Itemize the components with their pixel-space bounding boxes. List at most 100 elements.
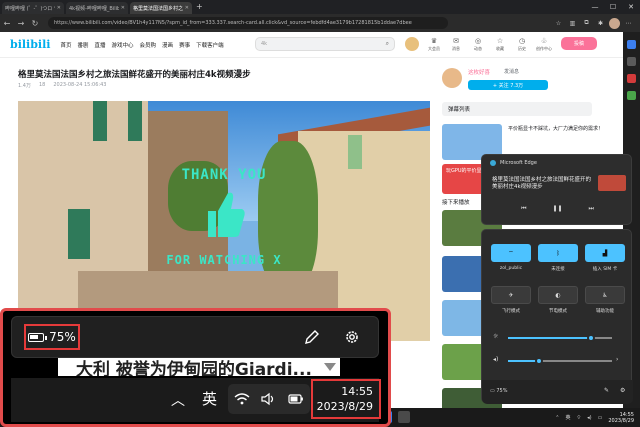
taskbar-clock[interactable]: 14:55 2023/8/29 (608, 412, 634, 424)
upload-button[interactable]: 投稿 (561, 37, 597, 50)
nav-link[interactable]: 直播 (95, 41, 106, 49)
video-shutter (93, 101, 107, 141)
chevron-up-icon[interactable]: ︿ (171, 390, 185, 410)
wifi-icon: ⌔ (508, 250, 514, 257)
edge-sidebar-icon[interactable] (627, 57, 636, 66)
settings-icon[interactable] (343, 328, 361, 346)
favorites-star-icon[interactable]: ☆ (553, 18, 564, 29)
address-bar: ← → ↻ https://www.bilibili.com/video/BV1… (0, 14, 640, 32)
clock-highlight[interactable]: 14:55 2023/8/29 (311, 379, 381, 419)
settings-icon[interactable]: ⚙ (620, 387, 625, 394)
profile-avatar[interactable] (609, 17, 620, 29)
header-history[interactable]: ◷ 历史 (514, 36, 530, 52)
previous-icon[interactable]: ⏮ (521, 205, 526, 213)
minimize-icon[interactable]: — (586, 0, 604, 14)
airplane-icon: ✈ (508, 291, 514, 299)
tile-label: zol_public (499, 266, 523, 271)
taskbar-app-icon[interactable] (398, 411, 410, 423)
header-icon-label: 创作中心 (536, 46, 552, 51)
uploader-name[interactable]: 这枚好喜 (468, 68, 490, 76)
refresh-icon[interactable]: ↻ (28, 16, 42, 30)
browser-tab-active[interactable]: 格里莫法国法国乡村之旅法国鲜花盛开的美丽村庄4k视频漫步✕ (130, 2, 192, 14)
close-icon[interactable]: ✕ (185, 5, 189, 11)
quick-settings-footer: ▭ 75% ✎ ⚙ (482, 380, 633, 404)
ime-indicator[interactable]: 英 (202, 388, 217, 409)
tile-label: 插入 SIM 卡 (592, 267, 618, 272)
forward-icon[interactable]: → (14, 16, 28, 30)
volume-icon (261, 392, 274, 406)
follow-button[interactable]: + 关注 7.3万 (468, 80, 548, 90)
nav-link[interactable]: 番剧 (77, 41, 88, 49)
battery-tray-icon[interactable]: ▭ (598, 415, 603, 421)
split-screen-icon[interactable]: ▥ (567, 18, 578, 29)
edge-sidebar-icon[interactable] (627, 91, 636, 100)
media-flyout: Microsoft Edge 格里莫法国法国乡村之旅法国鲜花盛开的美丽村庄4k视… (481, 154, 632, 225)
collections-icon[interactable]: ⧉ (581, 18, 592, 29)
tray-expand-icon[interactable]: ⌃ (555, 415, 559, 421)
header-dynamic[interactable]: ◎ 动态 (470, 36, 486, 52)
views-count: 1.4万 (18, 83, 31, 89)
url-field[interactable]: https://www.bilibili.com/video/BV1h4y117… (48, 17, 448, 29)
user-avatar[interactable] (404, 36, 420, 52)
nav-link[interactable]: 首页 (60, 41, 71, 49)
bluetooth-toggle[interactable]: ᛒ (538, 244, 578, 262)
browser-tab[interactable]: 4k视频-哔哩哔哩_Bilibili ✕ (66, 2, 128, 14)
back-icon[interactable]: ← (0, 16, 14, 30)
uploader-avatar[interactable] (442, 68, 462, 88)
search-input[interactable]: 4k ⌕ (255, 37, 395, 51)
dynamic-icon: ◎ (474, 37, 482, 45)
wifi-tray-icon[interactable]: ⌔ (576, 415, 581, 421)
close-icon[interactable]: ✕ (121, 5, 125, 11)
cellular-toggle[interactable]: ▟ (585, 244, 625, 262)
close-window-icon[interactable]: ✕ (622, 0, 640, 14)
edit-icon[interactable] (303, 328, 321, 346)
header-message[interactable]: ✉ 消息 (448, 36, 464, 52)
tab-title: 格里莫法国法国乡村之旅法国鲜花盛开的美丽村庄4k视频漫步 (133, 5, 183, 12)
close-icon[interactable]: ✕ (57, 5, 61, 11)
nav-link[interactable]: 下载客户端 (196, 41, 224, 49)
edit-icon[interactable]: ✎ (604, 387, 609, 394)
audio-output-icon[interactable]: › (616, 356, 618, 363)
bilibili-logo[interactable]: bilibili (10, 38, 50, 51)
next-icon[interactable]: ⏭ (589, 205, 594, 213)
danmaku-list-toggle[interactable]: 弹幕列表 (442, 102, 592, 116)
more-icon[interactable]: ⋯ (623, 18, 634, 29)
message-uploader[interactable]: 发消息 (504, 68, 519, 75)
extensions-icon[interactable]: ✱ (595, 18, 606, 29)
header-member[interactable]: ♛ 大会员 (426, 36, 442, 52)
nav-link[interactable]: 游戏中心 (112, 41, 134, 49)
wifi-toggle[interactable]: ⌔ (491, 244, 531, 262)
volume-slider[interactable] (508, 357, 612, 365)
battery-saver-toggle[interactable]: ◐ (538, 286, 578, 304)
header-icon-label: 消息 (452, 46, 460, 51)
tile-label: 辅助功能 (596, 309, 614, 314)
tray-icons-group[interactable] (228, 384, 310, 414)
creator-icon: ♧ (540, 37, 548, 45)
new-tab-icon[interactable]: + (196, 2, 203, 14)
thumbs-up-icon (208, 192, 245, 237)
nav-link[interactable]: 会员购 (140, 41, 157, 49)
wifi-icon (234, 393, 250, 405)
brightness-knob[interactable] (587, 334, 596, 342)
member-icon: ♛ (430, 37, 438, 45)
nav-link[interactable]: 赛事 (179, 41, 190, 49)
header-icon-label: 历史 (518, 46, 526, 51)
browser-tab[interactable]: 哔哩哔哩 (゜-゜)つロ 干杯~-bilibili✕ (2, 2, 64, 14)
header-creator[interactable]: ♧ 创作中心 (536, 36, 552, 52)
media-artwork (598, 175, 626, 191)
video-player[interactable]: THANK YOU FOR WATCHING X (18, 101, 430, 341)
volume-tray-icon[interactable]: ◂) (587, 415, 591, 421)
header-favorite[interactable]: ☆ 收藏 (492, 36, 508, 52)
brightness-slider[interactable] (508, 334, 612, 342)
maximize-icon[interactable]: ☐ (604, 0, 622, 14)
edge-sidebar-icon[interactable] (627, 74, 636, 83)
airplane-toggle[interactable]: ✈ (491, 286, 531, 304)
pause-icon[interactable]: ❚❚ (552, 205, 562, 213)
search-icon[interactable]: ⌕ (386, 40, 389, 48)
rec-title[interactable]: 平价瓶显卡不踩坑，大厂力满足你的需求！ (508, 126, 618, 133)
edge-sidebar-icon[interactable] (627, 40, 636, 49)
ime-indicator[interactable]: 英 (565, 414, 570, 421)
accessibility-toggle[interactable]: ♿ (585, 286, 625, 304)
nav-link[interactable]: 漫画 (162, 41, 173, 49)
volume-knob[interactable] (535, 357, 544, 365)
